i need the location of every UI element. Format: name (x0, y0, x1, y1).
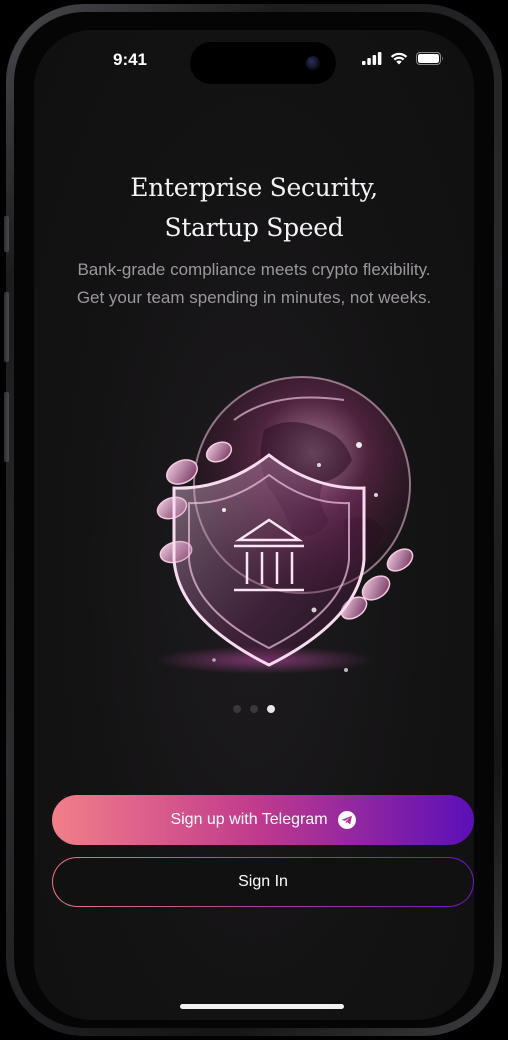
wifi-icon (390, 52, 408, 65)
shield-icon (172, 453, 366, 667)
subtitle-line-2: Get your team spending in minutes, not w… (76, 288, 432, 307)
sign-up-telegram-button[interactable]: Sign up with Telegram (52, 795, 474, 845)
telegram-icon (337, 811, 356, 829)
page-indicator (34, 705, 474, 713)
front-camera (306, 56, 320, 70)
dynamic-island (190, 42, 336, 84)
page-dot-1[interactable] (233, 705, 241, 713)
sign-in-label: Sign In (238, 873, 288, 890)
page-subtitle: Bank-grade compliance meets crypto flexi… (54, 256, 454, 312)
title-line-2: Startup Speed (164, 213, 344, 242)
volume-up-button (4, 292, 9, 362)
volume-down-button (4, 392, 9, 462)
sign-up-telegram-label: Sign up with Telegram (170, 811, 328, 828)
status-time: 9:41 (112, 50, 148, 69)
page-dot-2[interactable] (250, 705, 258, 713)
subtitle-line-1: Bank-grade compliance meets crypto flexi… (77, 260, 431, 279)
page-title: Enterprise Security, Startup Speed (34, 168, 474, 248)
status-icons (362, 52, 444, 65)
page-dot-3-active[interactable] (267, 705, 275, 713)
security-illustration (154, 376, 414, 674)
battery-icon (416, 52, 443, 65)
home-indicator[interactable] (180, 1004, 344, 1009)
screen: 9:41 Enterprise Security, Startup Speed … (34, 30, 474, 1020)
title-line-1: Enterprise Security, (130, 173, 378, 202)
sign-in-button[interactable]: Sign In (52, 857, 474, 907)
action-button (4, 216, 9, 252)
cellular-signal-icon (362, 52, 382, 65)
